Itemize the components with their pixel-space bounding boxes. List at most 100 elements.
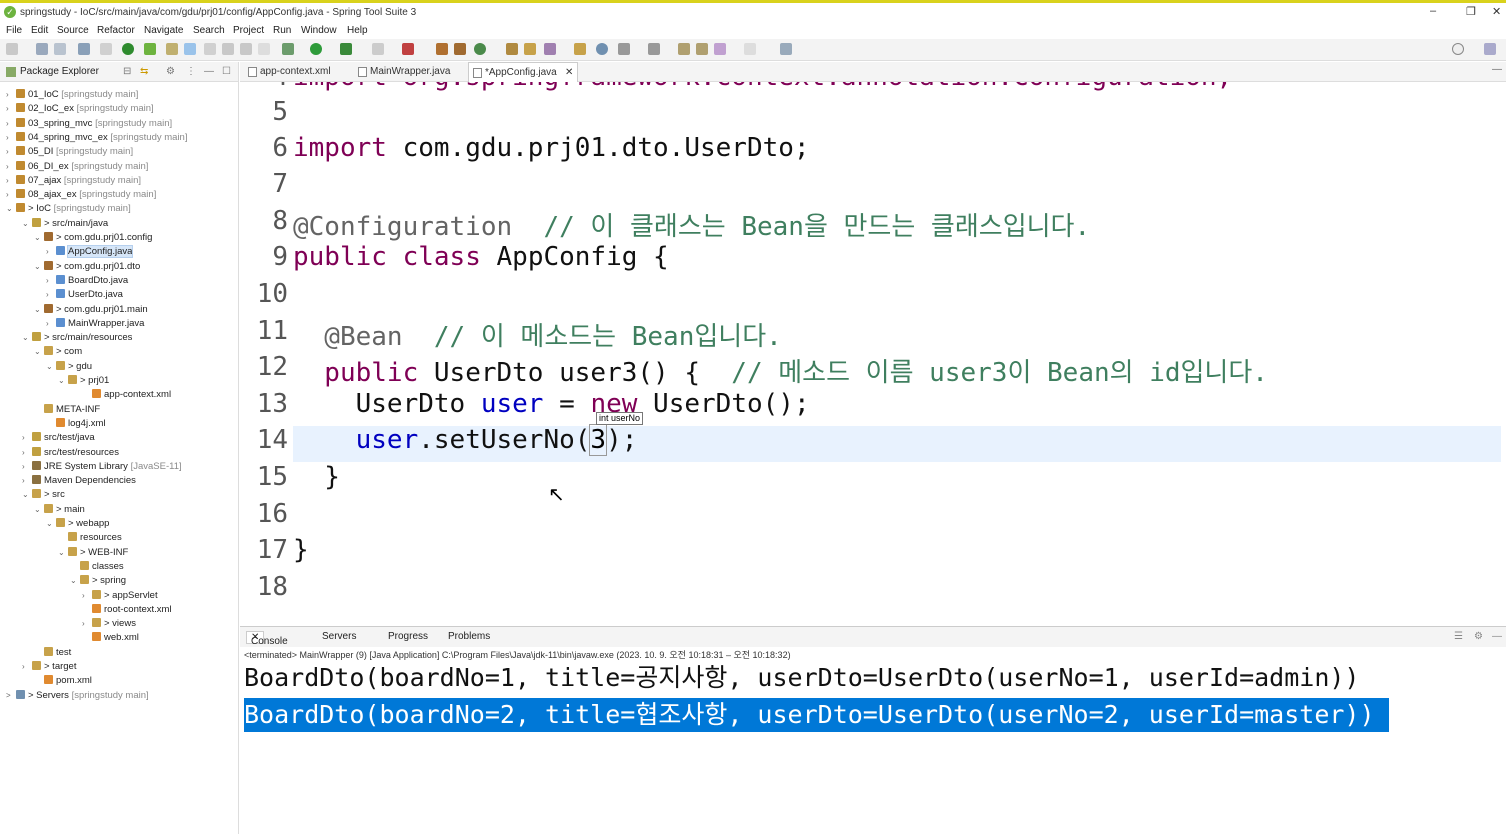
- forward-icon[interactable]: [744, 43, 756, 55]
- tree-item[interactable]: app-context.xml: [82, 388, 171, 402]
- tree-item[interactable]: resources: [58, 531, 122, 545]
- search-icon[interactable]: [1452, 43, 1464, 55]
- minimize-icon[interactable]: –: [1430, 5, 1436, 17]
- tab-package-explorer[interactable]: Package Explorer: [20, 66, 99, 77]
- tree-item[interactable]: web.xml: [82, 631, 139, 645]
- tree-item[interactable]: › src/test/java: [22, 431, 95, 445]
- expand-arrow-icon[interactable]: ›: [46, 317, 56, 331]
- tab-servers[interactable]: Servers: [322, 631, 356, 642]
- tree-item[interactable]: › AppConfig.java: [46, 245, 134, 259]
- minimize-editor-icon[interactable]: —: [1492, 64, 1502, 75]
- minimize-view-icon[interactable]: —: [204, 66, 214, 77]
- tree-item[interactable]: root-context.xml: [82, 603, 172, 617]
- tree-item[interactable]: › 05_DI [springstudy main]: [6, 145, 133, 159]
- console-settings-icon[interactable]: ⚙: [1474, 631, 1483, 642]
- new-java-project-icon[interactable]: [436, 43, 448, 55]
- terminal-icon[interactable]: [78, 43, 90, 55]
- expand-arrow-icon[interactable]: ⌄: [58, 546, 68, 560]
- pilcrow-icon[interactable]: [258, 43, 270, 55]
- new-package-icon[interactable]: [454, 43, 466, 55]
- new-class-icon[interactable]: [474, 43, 486, 55]
- expand-arrow-icon[interactable]: ›: [22, 474, 32, 488]
- tree-item[interactable]: classes: [70, 560, 124, 574]
- open-type-icon[interactable]: [166, 43, 178, 55]
- toggle-mark-icon[interactable]: [204, 43, 216, 55]
- expand-arrow-icon[interactable]: ⌄: [22, 488, 32, 502]
- tab-app-context[interactable]: app-context.xml: [244, 62, 354, 82]
- tree-item[interactable]: › 02_IoC_ex [springstudy main]: [6, 102, 154, 116]
- tab-appconfig[interactable]: *AppConfig.java ✕: [468, 62, 578, 82]
- menu-run[interactable]: Run: [273, 25, 291, 36]
- tree-item[interactable]: › 07_ajax [springstudy main]: [6, 174, 141, 188]
- back-edit-icon[interactable]: [696, 43, 708, 55]
- expand-arrow-icon[interactable]: ›: [6, 145, 16, 159]
- skip-breakpoints-icon[interactable]: [100, 43, 112, 55]
- console-menu-icon[interactable]: ☰: [1454, 631, 1463, 642]
- tree-item[interactable]: ⌄ > com.gdu.prj01.dto: [34, 260, 140, 274]
- tree-item[interactable]: › 06_DI_ex [springstudy main]: [6, 160, 148, 174]
- expand-arrow-icon[interactable]: ›: [82, 589, 92, 603]
- tree-item[interactable]: › 01_IoC [springstudy main]: [6, 88, 138, 102]
- minimize-console-icon[interactable]: —: [1492, 631, 1502, 642]
- tree-item[interactable]: ⌄ > src: [22, 488, 65, 502]
- maximize-icon[interactable]: ❐: [1466, 5, 1476, 18]
- save-icon[interactable]: [36, 43, 48, 55]
- stop-icon[interactable]: [372, 43, 384, 55]
- expand-arrow-icon[interactable]: ›: [6, 174, 16, 188]
- tree-item[interactable]: ⌄ > com: [34, 345, 82, 359]
- expand-arrow-icon[interactable]: ›: [46, 245, 56, 259]
- expand-arrow-icon[interactable]: ›: [46, 274, 56, 288]
- perspective-icon[interactable]: [1484, 43, 1496, 55]
- tab-mainwrapper[interactable]: MainWrapper.java: [354, 62, 468, 82]
- pin-editor-icon[interactable]: [780, 43, 792, 55]
- menu-search[interactable]: Search: [193, 25, 225, 36]
- debug-icon[interactable]: [282, 43, 294, 55]
- expand-arrow-icon[interactable]: ⌄: [34, 503, 44, 517]
- expand-arrow-icon[interactable]: ⌄: [34, 231, 44, 245]
- code-line-11[interactable]: @Bean // 이 메소드는 Bean입니다.: [293, 316, 781, 353]
- menu-source[interactable]: Source: [57, 25, 89, 36]
- tab-progress[interactable]: Progress: [388, 631, 428, 642]
- expand-arrow-icon[interactable]: ⌄: [34, 345, 44, 359]
- run-icon[interactable]: [310, 43, 322, 55]
- view-menu-icon[interactable]: ⋮: [186, 66, 196, 77]
- menu-help[interactable]: Help: [347, 25, 368, 36]
- close-icon[interactable]: ✕: [1492, 5, 1501, 18]
- focus-icon[interactable]: ⚙: [166, 66, 175, 77]
- code-line-6[interactable]: import com.gdu.prj01.dto.UserDto;: [293, 133, 810, 163]
- expand-arrow-icon[interactable]: ›: [6, 188, 16, 202]
- tree-item[interactable]: ⌄ > prj01: [58, 374, 109, 388]
- close-tab-icon[interactable]: ✕: [565, 63, 573, 83]
- tree-item[interactable]: ⌄ > gdu: [46, 360, 92, 374]
- expand-arrow-icon[interactable]: ›: [22, 660, 32, 674]
- tree-item[interactable]: ⌄ > com.gdu.prj01.config: [34, 231, 152, 245]
- tree-item[interactable]: ⌄ > main: [34, 503, 85, 517]
- menu-project[interactable]: Project: [233, 25, 264, 36]
- expand-arrow-icon[interactable]: ⌄: [46, 517, 56, 531]
- open-project-icon[interactable]: [506, 43, 518, 55]
- expand-arrow-icon[interactable]: ›: [6, 160, 16, 174]
- tree-item[interactable]: test: [34, 646, 71, 660]
- code-line-17[interactable]: }: [293, 535, 309, 565]
- code-line-8[interactable]: @Configuration // 이 클래스는 Bean을 만드는 클래스입니…: [293, 206, 1090, 243]
- prev-annotation-icon[interactable]: [648, 43, 660, 55]
- expand-arrow-icon[interactable]: ›: [22, 431, 32, 445]
- menu-navigate[interactable]: Navigate: [144, 25, 183, 36]
- tree-item[interactable]: META-INF: [34, 403, 100, 417]
- tree-item[interactable]: › MainWrapper.java: [46, 317, 144, 331]
- external-tools-icon[interactable]: [340, 43, 352, 55]
- refresh-icon[interactable]: [144, 43, 156, 55]
- tree-item[interactable]: log4j.xml: [46, 417, 106, 431]
- code-line-14[interactable]: user.setUserNo(3);: [293, 424, 637, 456]
- tree-item[interactable]: › > views: [82, 617, 136, 631]
- tree-item[interactable]: › JRE System Library [JavaSE-11]: [22, 460, 182, 474]
- block-select-icon[interactable]: [222, 43, 234, 55]
- spring-boot-icon[interactable]: [122, 43, 134, 55]
- tree-item[interactable]: ⌄ > spring: [70, 574, 126, 588]
- expand-arrow-icon[interactable]: ⌄: [46, 360, 56, 374]
- last-edit-icon[interactable]: [678, 43, 690, 55]
- code-line-15[interactable]: }: [293, 462, 340, 492]
- tree-item[interactable]: › 04_spring_mvc_ex [springstudy main]: [6, 131, 187, 145]
- tree-item[interactable]: pom.xml: [34, 674, 92, 688]
- tree-item[interactable]: › src/test/resources: [22, 446, 119, 460]
